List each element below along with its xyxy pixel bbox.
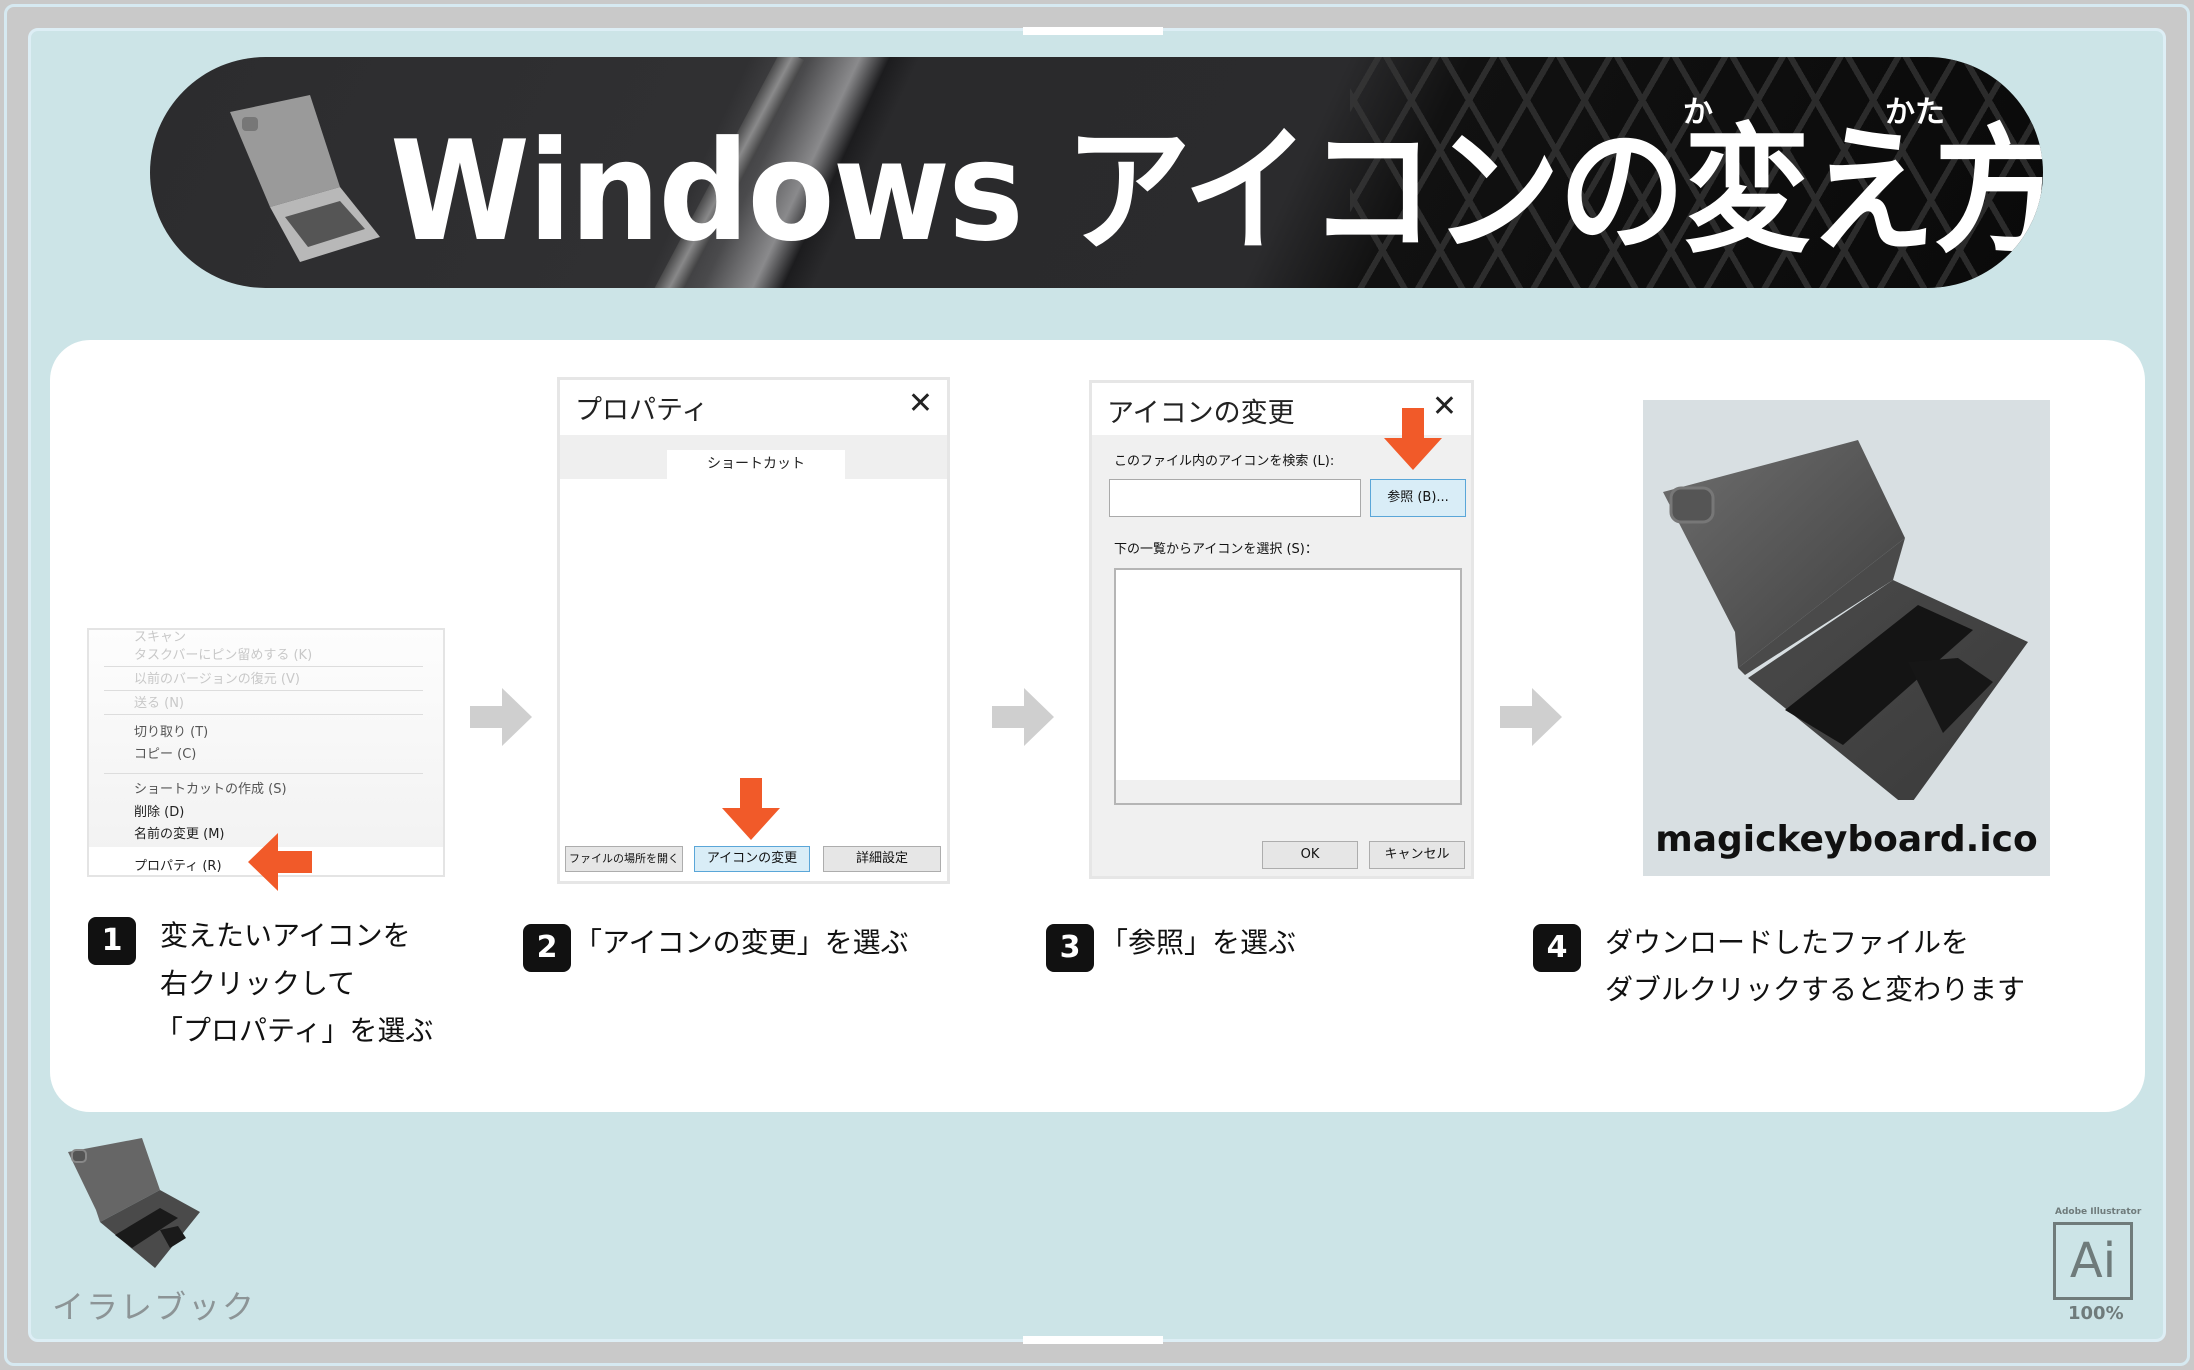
dialog-title: アイコンの変更 — [1107, 398, 1295, 429]
change-icon-button[interactable]: アイコンの変更 — [694, 846, 810, 872]
gray-arrow-right-icon — [992, 688, 1054, 746]
icon-list-label: 下の一覧からアイコンを選択 (S)： — [1114, 542, 1318, 557]
menu-item-delete[interactable]: 削除 (D) — [134, 801, 184, 820]
menu-item-restore-version[interactable]: 以前のバージョンの復元 (V) — [134, 668, 300, 687]
menu-item-properties[interactable]: プロパティ (R) — [134, 855, 222, 874]
artboard-handle-top[interactable] — [1023, 27, 1163, 35]
ok-button[interactable]: OK — [1262, 841, 1358, 869]
browse-button[interactable]: 参照 (B)... — [1370, 479, 1466, 517]
icon-preview: magickeyboard.ico — [1643, 400, 2050, 876]
zoom-level: 100% — [2068, 1303, 2124, 1324]
menu-item-pin-taskbar[interactable]: タスクバーにピン留めする (K) — [134, 644, 312, 663]
step-number-badge: 4 — [1533, 924, 1581, 972]
icon-file-input[interactable] — [1109, 479, 1361, 517]
menu-separator — [104, 714, 423, 715]
advanced-button[interactable]: 詳細設定 — [823, 846, 941, 872]
title-banner: Windows アイコンの変え方 か かた — [150, 57, 2043, 288]
menu-item-send-to[interactable]: 送る (N) — [134, 692, 184, 711]
app-name: Adobe Illustrator — [2055, 1207, 2142, 1217]
step1-line1: 変えたいアイコンを — [160, 919, 411, 952]
gray-arrow-right-icon — [1500, 688, 1562, 746]
step-number-badge: 2 — [523, 924, 571, 972]
cancel-button[interactable]: キャンセル — [1369, 841, 1465, 869]
menu-separator — [104, 773, 423, 774]
orange-arrow-left-icon — [248, 833, 312, 891]
orange-arrow-down-icon — [1384, 408, 1442, 470]
open-file-location-button[interactable]: ファイルの場所を開く — [565, 846, 683, 872]
tab-shortcut[interactable]: ショートカット — [667, 450, 845, 479]
step1-line3: 「プロパティ」を選ぶ — [155, 1014, 434, 1047]
ruby-kata: かた — [1885, 95, 1945, 130]
brand-name: イラレブック — [52, 1288, 257, 1326]
menu-item-cut[interactable]: 切り取り (T) — [134, 721, 208, 740]
menu-separator — [104, 690, 423, 691]
keyboard-device-icon — [230, 95, 380, 262]
step-number-badge: 1 — [88, 917, 136, 965]
step4-line1: ダウンロードしたファイルを — [1605, 926, 1970, 959]
brand-logo-device-icon — [68, 1138, 200, 1268]
step3-text: 「参照」を選ぶ — [1100, 926, 1297, 959]
gray-arrow-right-icon — [470, 688, 532, 746]
close-icon[interactable]: ✕ — [908, 386, 933, 421]
step-number-badge: 3 — [1046, 924, 1094, 972]
menu-separator — [104, 666, 423, 667]
search-label: このファイル内のアイコンを検索 (L): — [1114, 454, 1335, 469]
magic-keyboard-icon — [1663, 440, 2028, 808]
icon-list[interactable] — [1114, 568, 1462, 805]
illustrator-icon: Ai — [2053, 1222, 2133, 1300]
menu-item-copy[interactable]: コピー (C) — [134, 743, 196, 762]
menu-item-scan[interactable]: スキャン — [134, 630, 186, 645]
dialog-title: プロパティ — [575, 395, 709, 426]
orange-arrow-down-icon — [722, 778, 780, 840]
menu-item-rename[interactable]: 名前の変更 (M) — [134, 823, 225, 842]
ruby-ka: か — [1683, 95, 1713, 130]
menu-item-create-shortcut[interactable]: ショートカットの作成 (S) — [134, 778, 287, 797]
step4-line2: ダブルクリックすると変わります — [1605, 973, 2026, 1006]
page-title: Windows アイコンの変え方 — [390, 111, 2043, 272]
filename-label: magickeyboard.ico — [1655, 819, 2038, 860]
step1-line2: 右クリックして — [160, 967, 356, 1000]
step2-text: 「アイコンの変更」を選ぶ — [574, 926, 909, 959]
artboard-handle-bottom[interactable] — [1023, 1336, 1163, 1344]
